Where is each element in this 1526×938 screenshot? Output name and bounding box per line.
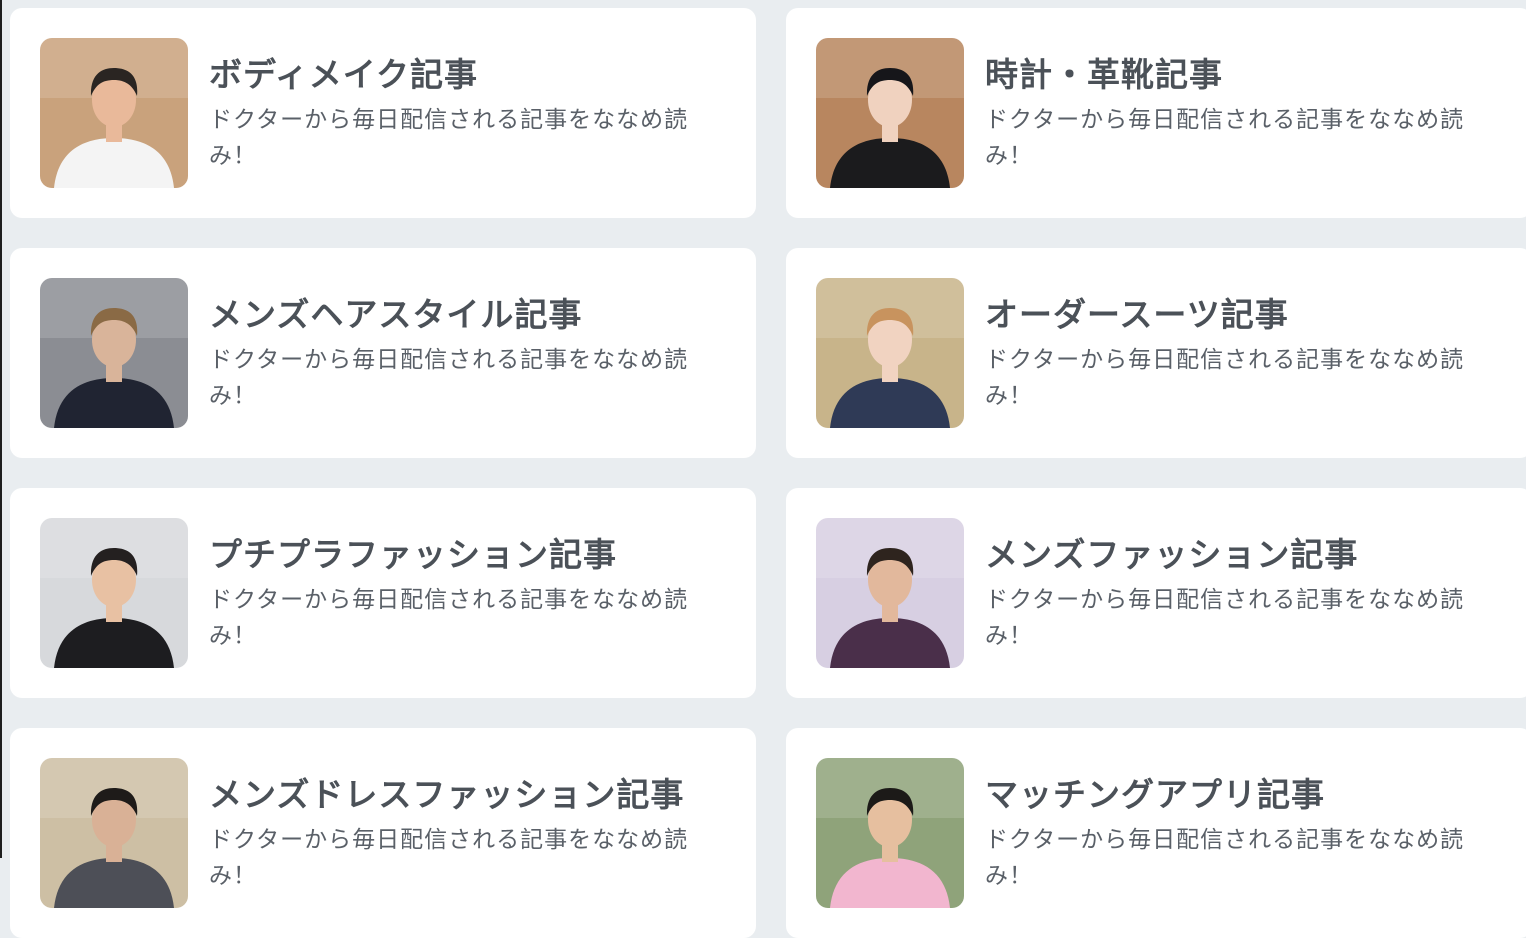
category-card[interactable]: メンズファッション記事 ドクターから毎日配信される記事をななめ読み！	[786, 488, 1526, 698]
window-edge	[0, 0, 2, 858]
category-title: メンズドレスファッション記事	[209, 775, 685, 814]
avatar-watch-shoes	[816, 38, 964, 188]
avatar-petit-fashion-image	[40, 518, 188, 668]
avatar-order-suit	[816, 278, 964, 428]
avatar-dress-fashion	[40, 758, 188, 908]
avatar-dress-fashion-image	[40, 758, 188, 908]
avatar-hairstyle	[40, 278, 188, 428]
category-card[interactable]: マッチングアプリ記事 ドクターから毎日配信される記事をななめ読み！	[786, 728, 1526, 938]
category-title: オーダースーツ記事	[985, 295, 1289, 334]
category-title: プチプラファッション記事	[209, 535, 617, 574]
avatar-matching-app	[816, 758, 964, 908]
category-description: ドクターから毎日配信される記事をななめ読み！	[209, 827, 689, 889]
avatar-hairstyle-image	[40, 278, 188, 428]
category-card[interactable]: プチプラファッション記事 ドクターから毎日配信される記事をななめ読み！	[10, 488, 756, 698]
avatar-petit-fashion	[40, 518, 188, 668]
avatar-matching-app-image	[816, 758, 964, 908]
category-title: メンズファッション記事	[985, 535, 1359, 574]
avatar-bodymake-image	[40, 38, 188, 188]
category-description: ドクターから毎日配信される記事をななめ読み！	[209, 587, 689, 649]
category-description: ドクターから毎日配信される記事をななめ読み！	[209, 107, 689, 169]
category-title: マッチングアプリ記事	[985, 775, 1325, 814]
category-card[interactable]: メンズドレスファッション記事 ドクターから毎日配信される記事をななめ読み！	[10, 728, 756, 938]
category-card[interactable]: オーダースーツ記事 ドクターから毎日配信される記事をななめ読み！	[786, 248, 1526, 458]
category-description: ドクターから毎日配信される記事をななめ読み！	[985, 107, 1465, 169]
avatar-order-suit-image	[816, 278, 964, 428]
category-description: ドクターから毎日配信される記事をななめ読み！	[209, 347, 689, 409]
article-category-grid: ボディメイク記事 ドクターから毎日配信される記事をななめ読み！ 時計・革靴記事 …	[10, 8, 1526, 938]
category-description: ドクターから毎日配信される記事をななめ読み！	[985, 827, 1465, 889]
category-description: ドクターから毎日配信される記事をななめ読み！	[985, 587, 1465, 649]
category-description: ドクターから毎日配信される記事をななめ読み！	[985, 347, 1465, 409]
category-card[interactable]: メンズヘアスタイル記事 ドクターから毎日配信される記事をななめ読み！	[10, 248, 756, 458]
category-title: 時計・革靴記事	[985, 55, 1223, 94]
category-card[interactable]: 時計・革靴記事 ドクターから毎日配信される記事をななめ読み！	[786, 8, 1526, 218]
avatar-watch-shoes-image	[816, 38, 964, 188]
category-card[interactable]: ボディメイク記事 ドクターから毎日配信される記事をななめ読み！	[10, 8, 756, 218]
category-title: ボディメイク記事	[209, 55, 479, 94]
avatar-mens-fashion-image	[816, 518, 964, 668]
category-title: メンズヘアスタイル記事	[209, 295, 583, 334]
avatar-bodymake	[40, 38, 188, 188]
avatar-mens-fashion	[816, 518, 964, 668]
